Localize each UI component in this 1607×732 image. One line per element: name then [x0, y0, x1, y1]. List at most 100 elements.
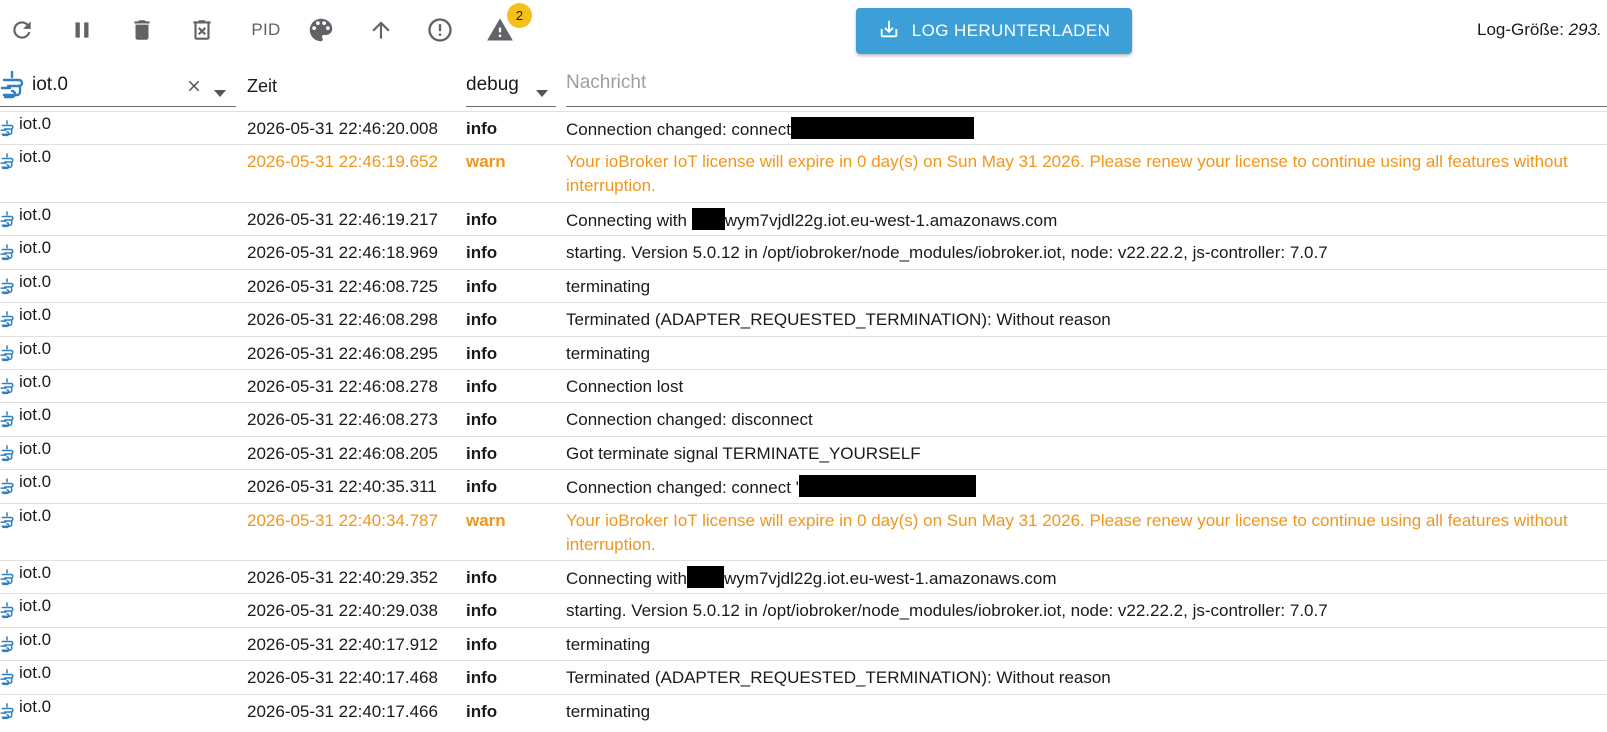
adapter-icon	[0, 344, 14, 361]
log-level: info	[466, 209, 498, 229]
adapter-icon	[0, 569, 14, 586]
adapter-icon	[0, 478, 14, 495]
log-level: warn	[466, 152, 506, 172]
log-level: info	[466, 243, 498, 263]
log-filter-row: iot.0 Zeit debug	[0, 62, 1607, 110]
time-column-header: Zeit	[247, 76, 278, 96]
adapter-icon	[0, 411, 14, 428]
log-message: Connection lost	[566, 375, 1607, 398]
level-filter-value: debug	[466, 74, 519, 95]
log-source: iot.0	[19, 204, 52, 224]
log-message-text: Connecting with	[566, 210, 692, 230]
source-filter-select[interactable]: iot.0	[0, 64, 236, 107]
arrow-up-icon	[368, 17, 394, 43]
log-message-text: terminating	[566, 276, 651, 296]
log-row: iot.0 2026-05-31 22:40:17.466 info termi…	[0, 693, 1607, 727]
message-filter-input[interactable]	[566, 72, 1566, 94]
log-source-cell: iot.0	[0, 114, 247, 140]
log-time: 2026-05-31 22:46:08.278	[247, 376, 438, 396]
log-message-text: terminating	[566, 701, 651, 721]
log-toolbar: PID 2 LOG HERUNTERLADEN Log-Größe: 293.	[0, 0, 1607, 62]
log-row: iot.0 2026-05-31 22:40:17.912 info termi…	[0, 626, 1607, 660]
log-level: warn	[466, 510, 506, 530]
log-message: Connection changed: disconnect	[566, 408, 1607, 431]
delete-log-file-button[interactable]	[182, 10, 222, 50]
adapter-icon	[0, 635, 14, 653]
log-level: info	[466, 601, 498, 621]
pid-label: PID	[251, 20, 281, 39]
clear-log-button[interactable]	[122, 10, 162, 50]
chevron-down-icon[interactable]	[214, 84, 226, 102]
log-level: info	[466, 568, 498, 588]
message-filter	[566, 64, 1607, 107]
delete-icon	[129, 17, 155, 43]
log-row: iot.0 2026-05-31 22:46:08.298 info Termi…	[0, 302, 1607, 335]
refresh-button[interactable]	[2, 10, 42, 50]
log-message-text: Connection changed: connect	[566, 120, 791, 139]
log-message: terminating	[566, 342, 1607, 365]
log-time: 2026-05-31 22:46:08.273	[247, 410, 438, 430]
log-message-text: starting. Version 5.0.12 in /opt/iobroke…	[566, 601, 1328, 621]
log-source-cell: iot.0	[0, 272, 247, 298]
log-time: 2026-05-31 22:40:17.466	[247, 701, 438, 721]
log-row: iot.0 2026-05-31 22:40:29.038 info start…	[0, 593, 1607, 626]
log-source: iot.0	[19, 505, 52, 525]
clear-source-icon[interactable]	[185, 77, 203, 100]
log-level: info	[466, 668, 498, 688]
log-message: Got terminate signal TERMINATE_YOURSELF	[566, 442, 1607, 465]
log-time: 2026-05-31 22:46:08.298	[247, 310, 438, 330]
adapter-icon	[0, 70, 24, 107]
log-row: iot.0 2026-05-31 22:46:08.273 info Conne…	[0, 402, 1607, 435]
log-time: 2026-05-31 22:46:19.217	[247, 209, 438, 229]
log-message: Connecting with wym7vjdl22g.iot.eu-west-…	[566, 207, 1607, 231]
download-log-label: LOG HERUNTERLADEN	[911, 21, 1111, 40]
log-source-cell: iot.0	[0, 147, 247, 198]
log-source: iot.0	[19, 563, 52, 583]
pause-button[interactable]	[62, 10, 102, 50]
log-message: Your ioBroker IoT license will expire in…	[566, 509, 1607, 557]
log-level: info	[466, 310, 498, 330]
log-time: 2026-05-31 22:46:18.969	[247, 243, 438, 263]
adapter-icon	[0, 378, 14, 395]
log-message-text: Terminated (ADAPTER_REQUESTED_TERMINATIO…	[566, 310, 1111, 330]
log-source-cell: iot.0	[0, 563, 247, 589]
log-message-text: terminating	[566, 634, 651, 654]
log-message-text: Connection changed: disconnect	[566, 410, 813, 430]
log-source-cell: iot.0	[0, 506, 247, 557]
log-message-suffix: wym7vjdl22g.iot.eu-west-1.amazonaws.com	[724, 210, 1058, 230]
log-table: iot.0 2026-05-31 22:46:20.008 info Conne…	[0, 111, 1607, 727]
refresh-icon	[9, 17, 35, 43]
log-source-cell: iot.0	[0, 472, 247, 498]
download-icon	[878, 18, 912, 45]
order-toggle-button[interactable]	[361, 10, 401, 50]
log-message-text: starting. Version 5.0.12 in /opt/iobroke…	[566, 243, 1328, 263]
log-message-text: Connecting with	[566, 569, 687, 589]
log-level: info	[466, 410, 498, 430]
log-message: terminating	[566, 275, 1607, 298]
log-level: info	[466, 477, 498, 497]
log-time: 2026-05-31 22:40:17.912	[247, 634, 438, 654]
pid-toggle-button[interactable]: PID	[242, 10, 290, 50]
log-source: iot.0	[19, 663, 52, 683]
log-time: 2026-05-31 22:46:08.205	[247, 443, 438, 463]
adapter-icon	[0, 244, 14, 261]
log-time: 2026-05-31 22:46:20.008	[247, 119, 438, 138]
source-filter-value: iot.0	[32, 74, 68, 95]
log-message: terminating	[566, 700, 1607, 723]
log-size-value: 293.	[1568, 20, 1602, 39]
colors-button[interactable]	[301, 10, 341, 50]
adapter-icon	[0, 211, 14, 228]
download-log-button[interactable]: LOG HERUNTERLADEN	[856, 8, 1132, 54]
log-level: info	[466, 443, 498, 463]
log-time: 2026-05-31 22:46:19.652	[247, 152, 438, 172]
log-source-cell: iot.0	[0, 238, 247, 264]
redacted-block	[798, 475, 976, 498]
log-time: 2026-05-31 22:40:34.787	[247, 510, 438, 530]
show-errors-button[interactable]	[420, 10, 460, 50]
log-row: iot.0 2026-05-31 22:46:19.652 warn Your …	[0, 144, 1607, 202]
log-source-cell: iot.0	[0, 405, 247, 431]
palette-icon	[306, 15, 336, 45]
level-filter-select[interactable]: debug	[466, 64, 556, 107]
log-source: iot.0	[19, 438, 52, 458]
log-level: info	[466, 343, 498, 363]
